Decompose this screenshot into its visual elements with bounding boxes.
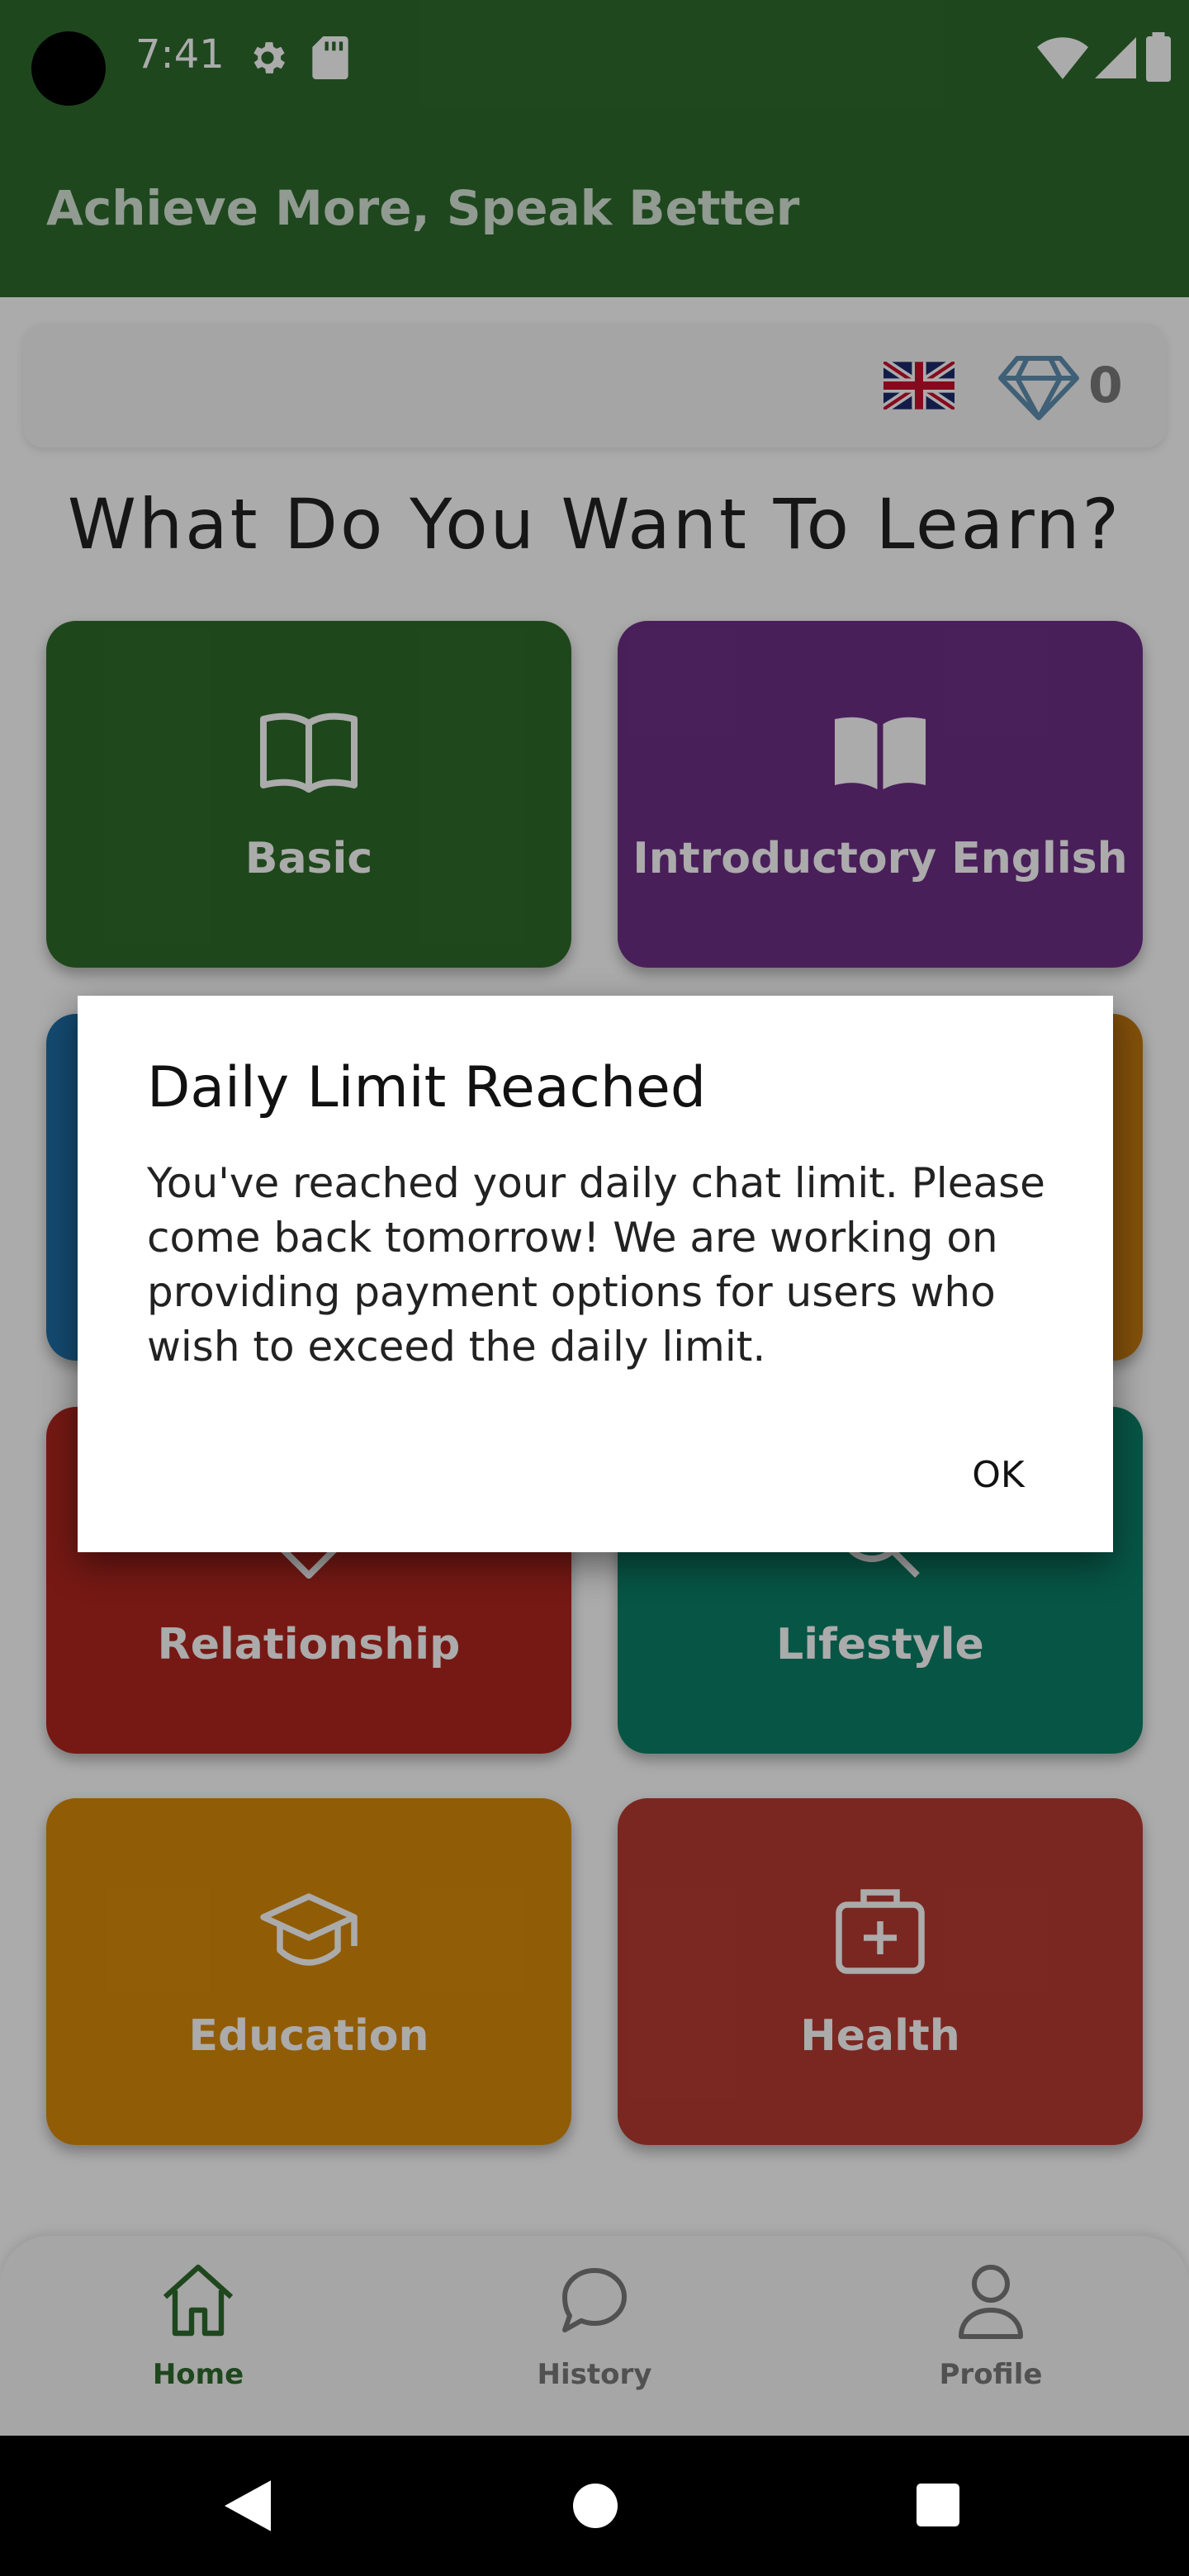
- home-circle-icon[interactable]: [573, 2484, 618, 2528]
- system-navigation-bar: [0, 2436, 1189, 2576]
- recents-icon[interactable]: [917, 2484, 959, 2526]
- daily-limit-dialog: Daily Limit Reached You've reached your …: [78, 996, 1113, 1552]
- back-icon[interactable]: [225, 2480, 271, 2531]
- dialog-message: You've reached your daily chat limit. Pl…: [147, 1159, 1045, 1371]
- ok-button[interactable]: OK: [945, 1438, 1052, 1513]
- dialog-title: Daily Limit Reached: [147, 1055, 707, 1120]
